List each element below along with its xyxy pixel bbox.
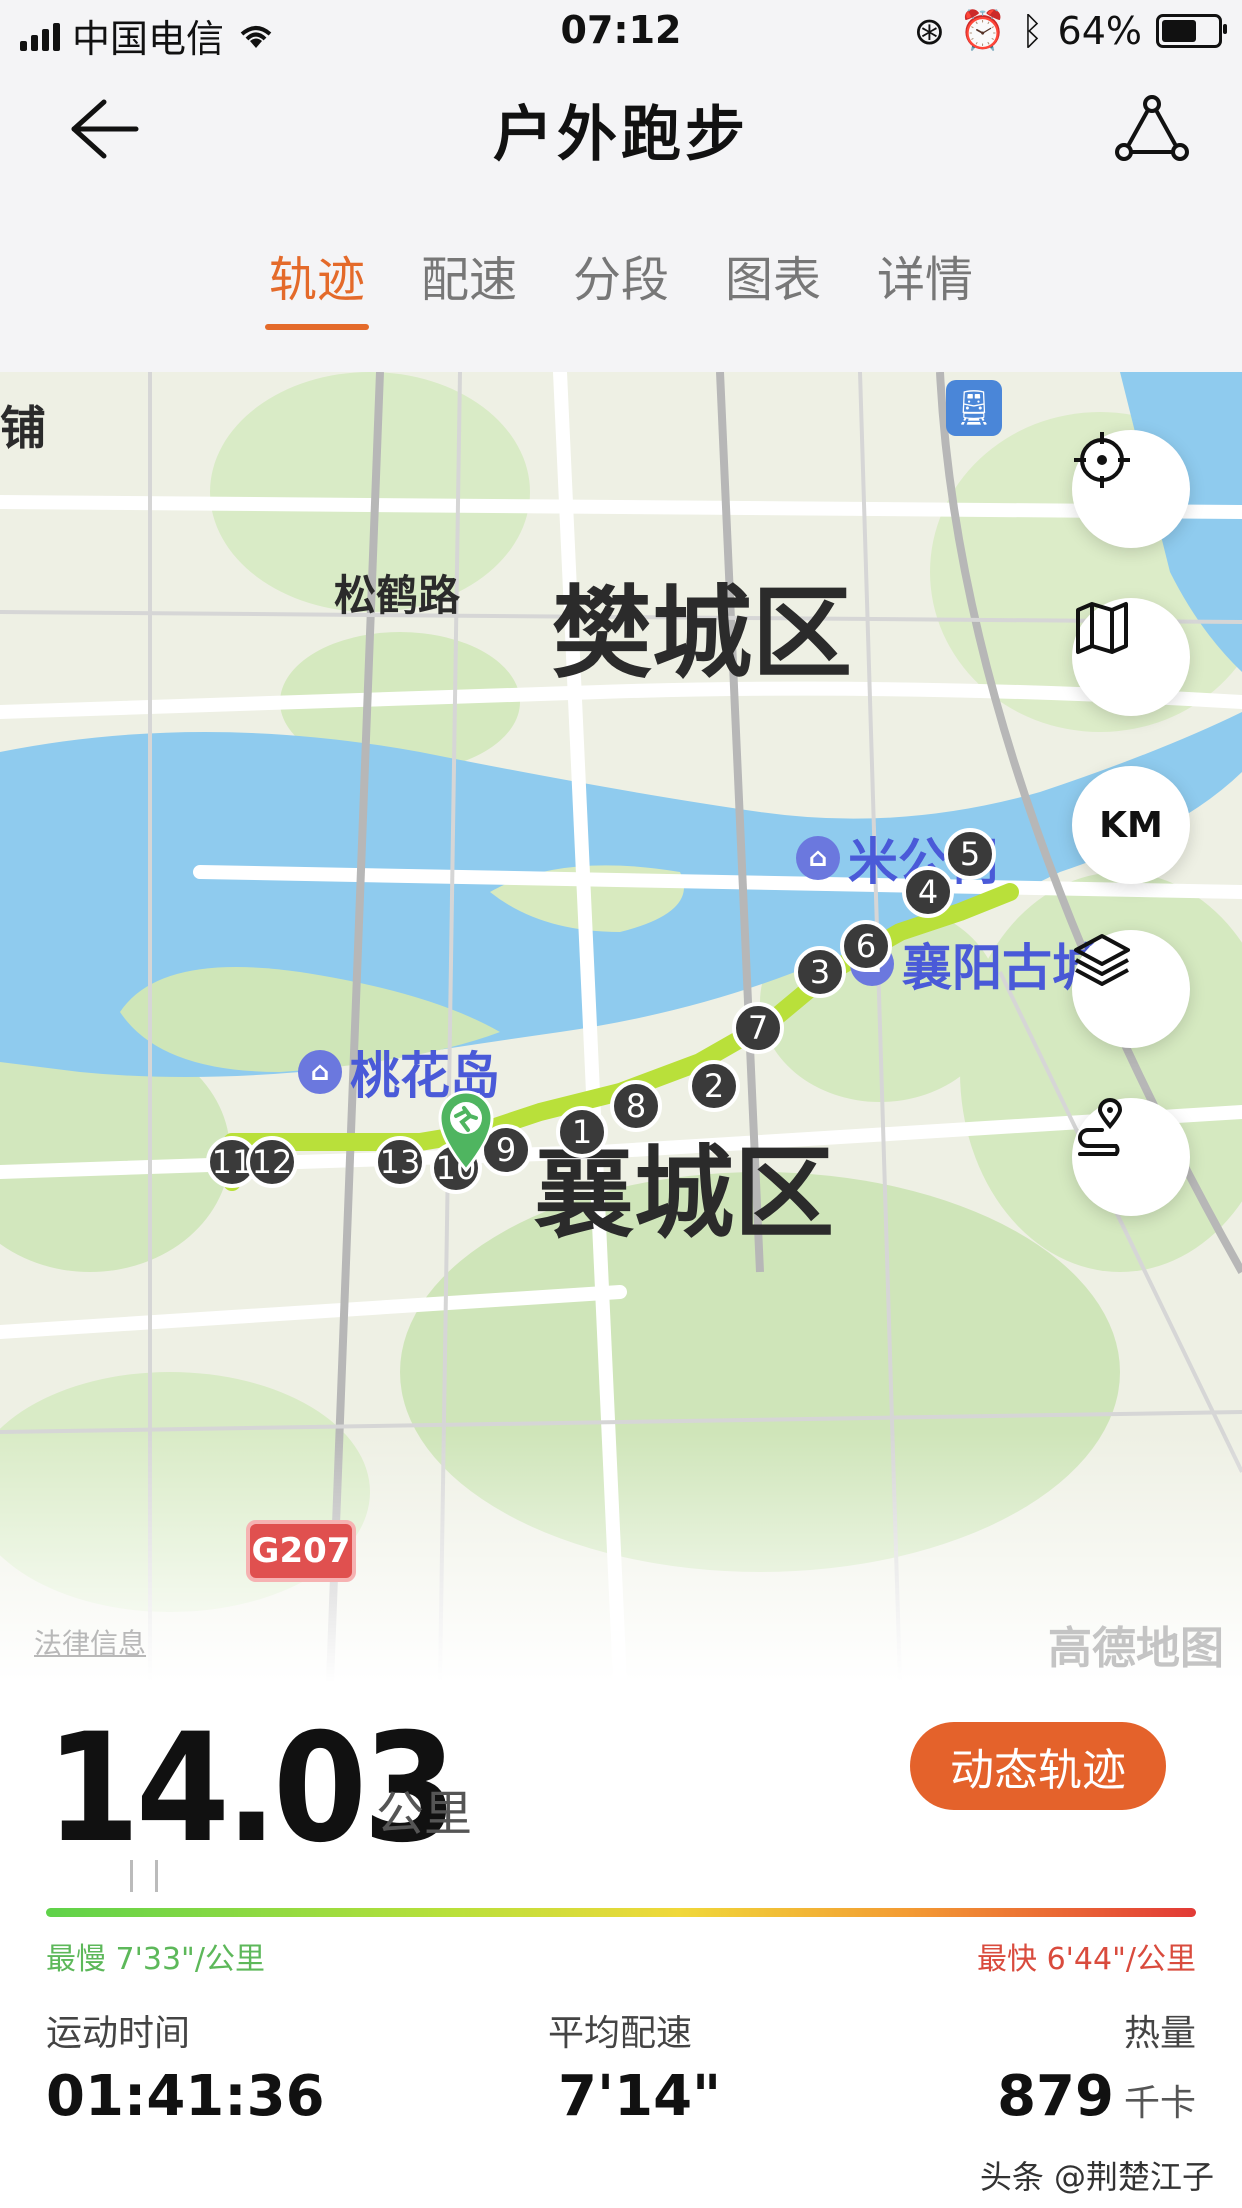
locate-button[interactable] [1072,430,1190,548]
district-fancheng: 樊城区 [552,575,852,692]
km-button[interactable]: KM [1072,766,1190,884]
stat-pace-label: 平均配速 [548,2013,693,2054]
slowest-pace: 最慢 7'33"/公里 [46,1942,265,1977]
battery-percent: 64% [1057,8,1142,53]
bluetooth-icon: ᛒ [1020,8,1044,53]
stat-calories-unit: 千卡 [1123,2083,1196,2124]
road-label: 松鹤路 [334,571,461,620]
stat-pace-value: 7'14" [558,2064,722,2129]
tab-track[interactable]: 轨迹 [264,250,369,330]
layers-icon [1074,934,1130,986]
temple-icon: ⌂ [796,836,840,880]
map-icon [1076,602,1128,654]
runner-pin-icon[interactable] [434,1088,498,1172]
nav-header: 户外跑步 [0,64,1242,184]
tab-charts[interactable]: 图表 [721,250,825,330]
stat-calories-value: 879 [997,2064,1114,2129]
route-share-icon[interactable] [1112,94,1192,164]
layers-button[interactable] [1072,930,1190,1048]
stat-calories: 879 千卡 [997,2064,1196,2129]
km-marker[interactable]: 8 [610,1080,662,1132]
map-watermark: 高德地图 [1048,1623,1224,1674]
route-map[interactable]: 铺 松鹤路 樊城区 襄城区 ⌂ 米公祠 ⌂ 襄阳古城 ⌂ 桃花岛 🚆︎ 1 2 … [0,372,1242,1682]
km-marker[interactable]: 4 [902,866,954,918]
route-pin-icon [1078,1098,1123,1156]
km-marker[interactable]: 7 [732,1002,784,1054]
crosshair-icon [1074,432,1130,488]
km-marker[interactable]: 5 [944,828,996,880]
rotation-lock-icon: ⊛ [913,8,946,53]
stat-duration-label: 运动时间 [46,2013,191,2054]
route-button[interactable] [1072,1098,1190,1216]
km-marker[interactable]: 6 [840,920,892,972]
stat-calories-label: 热量 [1123,2013,1196,2054]
train-station-icon[interactable]: 🚆︎ [946,380,1002,436]
km-marker[interactable]: 2 [688,1060,740,1112]
edge-label: 铺 [0,401,46,455]
km-marker[interactable]: 13 [374,1136,426,1188]
status-right: ⊛ ⏰ ᛒ 64% [913,8,1227,53]
credit-watermark: 头条 @荆楚江子 [979,2158,1214,2196]
pace-gradient-bar [46,1908,1196,1917]
tab-pace[interactable]: 配速 [417,250,521,330]
dynamic-track-button[interactable]: 动态轨迹 [910,1722,1166,1810]
battery-icon [1156,13,1227,48]
map-type-button[interactable] [1072,598,1190,716]
km-marker[interactable]: 12 [246,1136,298,1188]
alarm-icon: ⏰ [959,8,1007,52]
legal-link[interactable]: 法律信息 [34,1622,146,1662]
fastest-pace: 最快 6'44"/公里 [977,1942,1196,1977]
pace-ticks [130,1860,158,1896]
highway-badge: G207 [246,1520,356,1582]
tab-bar: 轨迹 配速 分段 图表 详情 [0,250,1242,340]
km-marker[interactable]: 1 [556,1106,608,1158]
summary-panel: 14.03 公里 动态轨迹 最慢 7'33"/公里 最快 6'44"/公里 运动… [0,1682,1242,2208]
tab-details[interactable]: 详情 [873,250,977,330]
status-bar: 中国电信 07:12 ⊛ ⏰ ᛒ 64% [0,0,1242,64]
km-marker[interactable]: 3 [794,946,846,998]
temple-icon: ⌂ [298,1050,342,1094]
distance-unit: 公里 [376,1786,473,1842]
page-title: 户外跑步 [493,100,749,170]
tab-segments[interactable]: 分段 [569,250,673,330]
stat-duration-value: 01:41:36 [46,2064,325,2129]
